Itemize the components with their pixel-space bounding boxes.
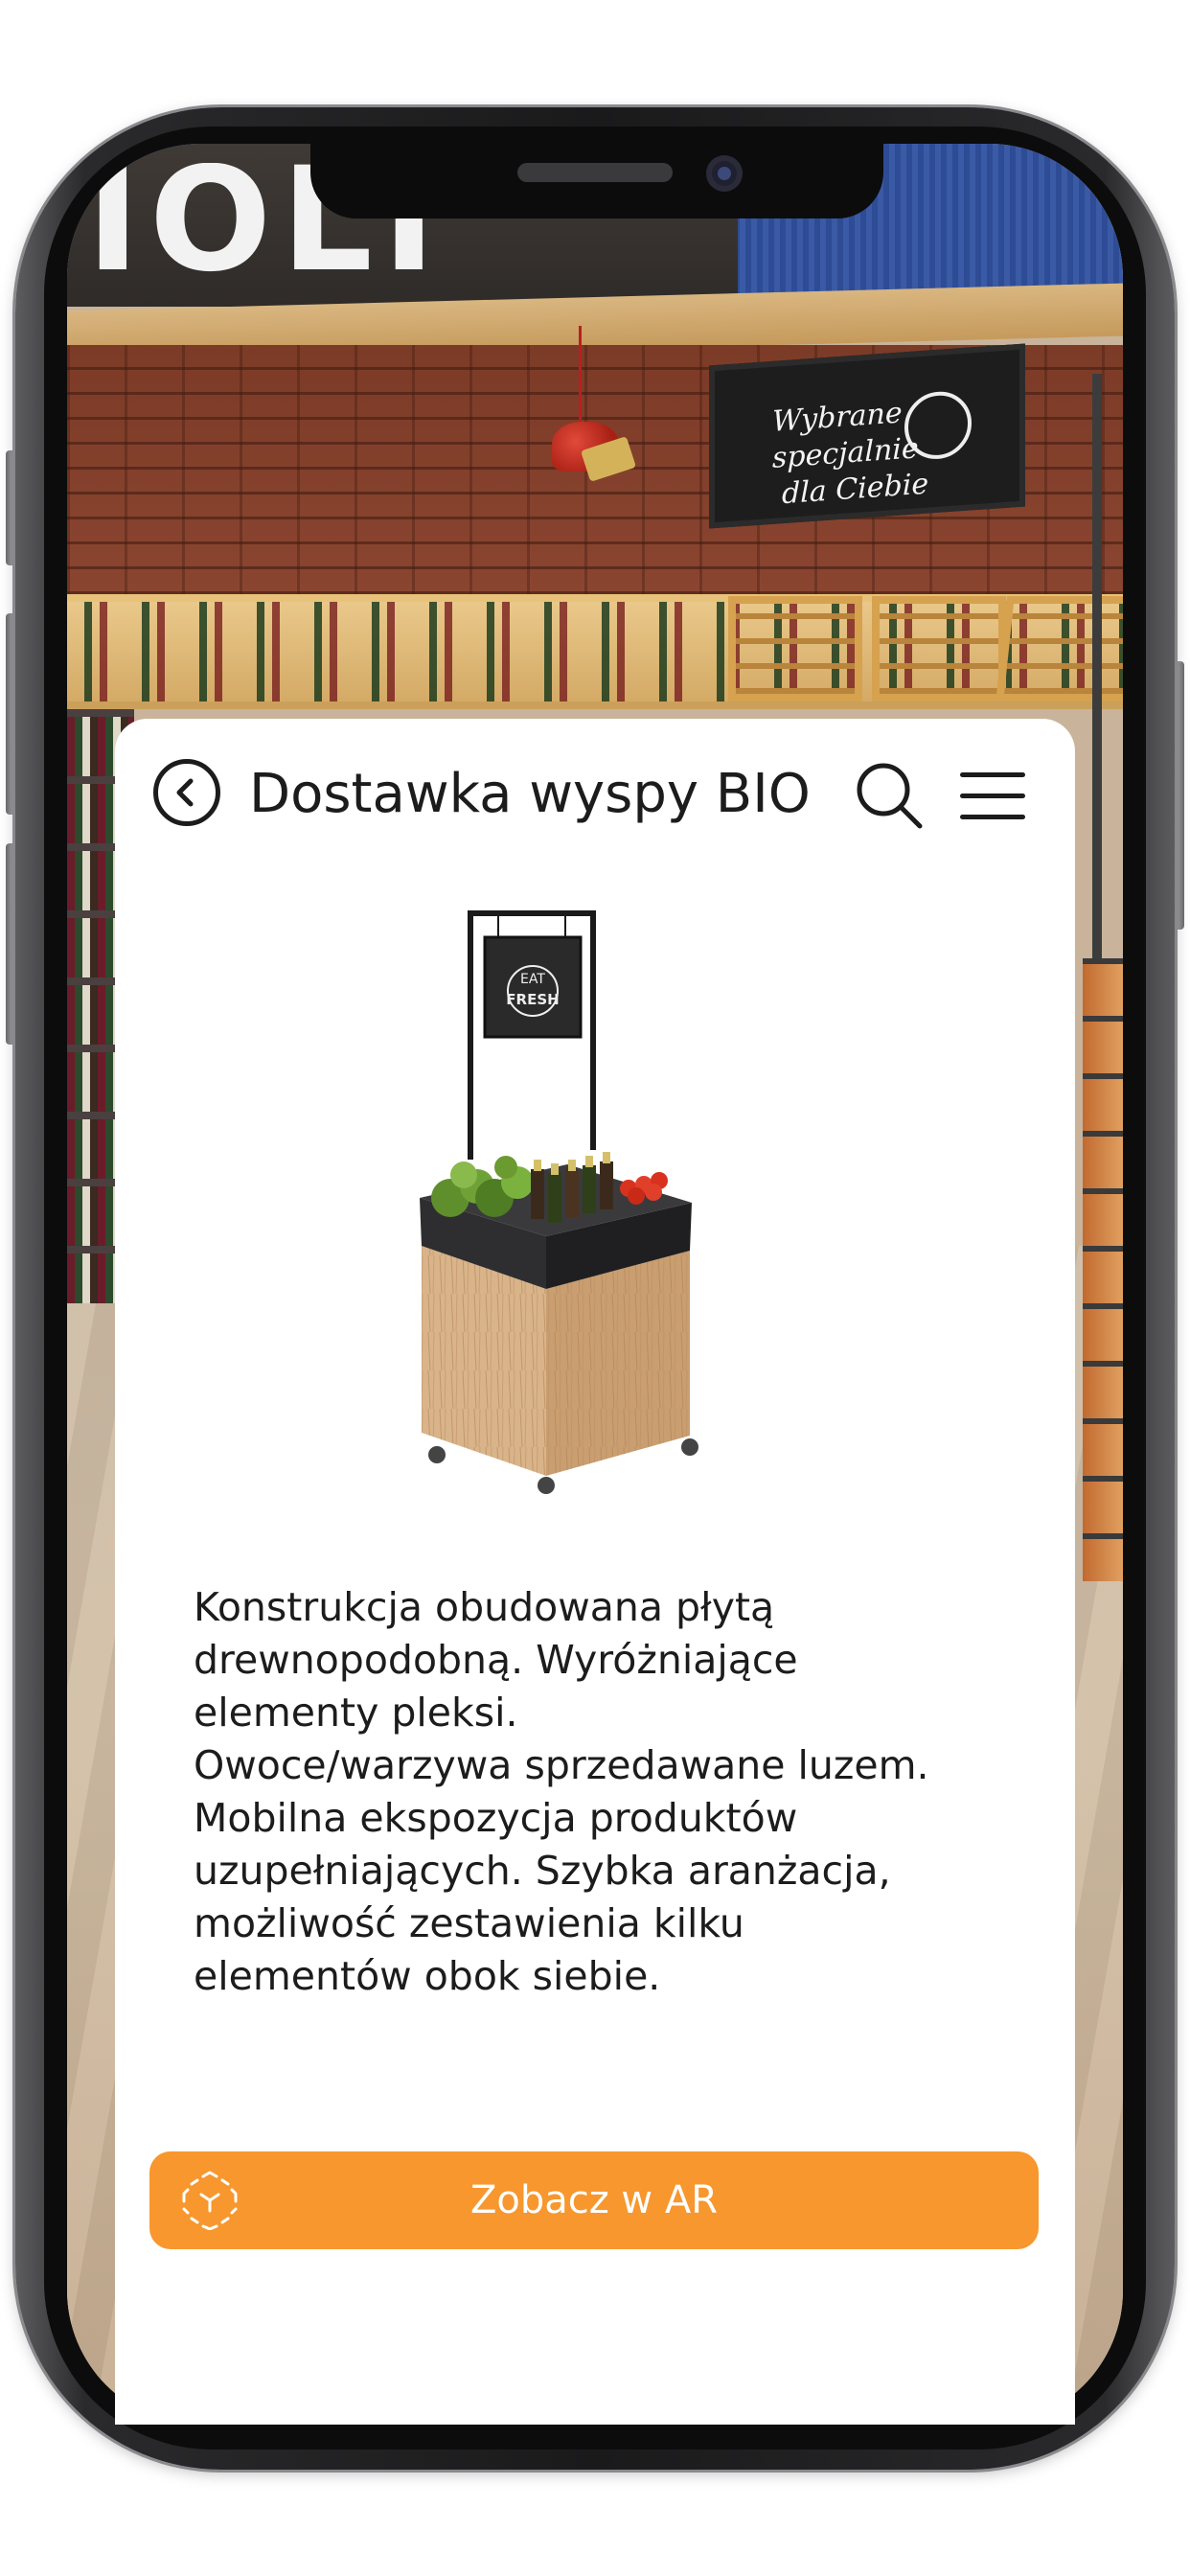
chalkboard-sign: Wybrane specjalnie dla Ciebie bbox=[709, 343, 1025, 529]
search-icon bbox=[857, 763, 923, 829]
hamburger-menu-icon bbox=[960, 815, 1025, 819]
search-button[interactable] bbox=[853, 759, 926, 832]
page-title: Dostawka wyspy BIO bbox=[249, 763, 811, 825]
product-sign-text: EAT bbox=[520, 972, 545, 987]
store-logo-icon bbox=[904, 389, 972, 462]
right-shelving bbox=[1083, 958, 1123, 1581]
product-sign-text: FRESH bbox=[506, 991, 559, 1008]
chalkboard-line: dla Ciebie bbox=[782, 467, 929, 512]
chevron-left-circle-icon bbox=[176, 778, 194, 807]
product-description: Konstrukcja obudowana płytą drewnopodobn… bbox=[194, 1584, 929, 1999]
hanging-decoration-cord bbox=[579, 326, 582, 431]
chalkboard-line: Wybrane bbox=[772, 396, 903, 439]
hamburger-menu-icon bbox=[960, 772, 1025, 777]
hamburger-menu-icon bbox=[960, 794, 1025, 798]
view-in-ar-label: Zobacz w AR bbox=[469, 2178, 719, 2222]
product-image: EAT FRESH bbox=[420, 910, 698, 1494]
support-pole bbox=[1092, 374, 1102, 978]
front-camera bbox=[706, 155, 743, 192]
product-card: Dostawka wyspy BIO EAT FRESH Konstrukcja… bbox=[115, 719, 1075, 2425]
back-button[interactable] bbox=[153, 759, 220, 826]
wooden-crate bbox=[995, 596, 1123, 702]
menu-button[interactable] bbox=[960, 769, 1033, 822]
wooden-crate bbox=[872, 596, 1006, 702]
wooden-crate bbox=[728, 596, 862, 702]
earpiece-speaker bbox=[517, 163, 673, 182]
view-in-ar-button[interactable]: Zobacz w AR bbox=[149, 2151, 1039, 2249]
card-header: Dostawka wyspy BIO bbox=[115, 719, 1075, 872]
